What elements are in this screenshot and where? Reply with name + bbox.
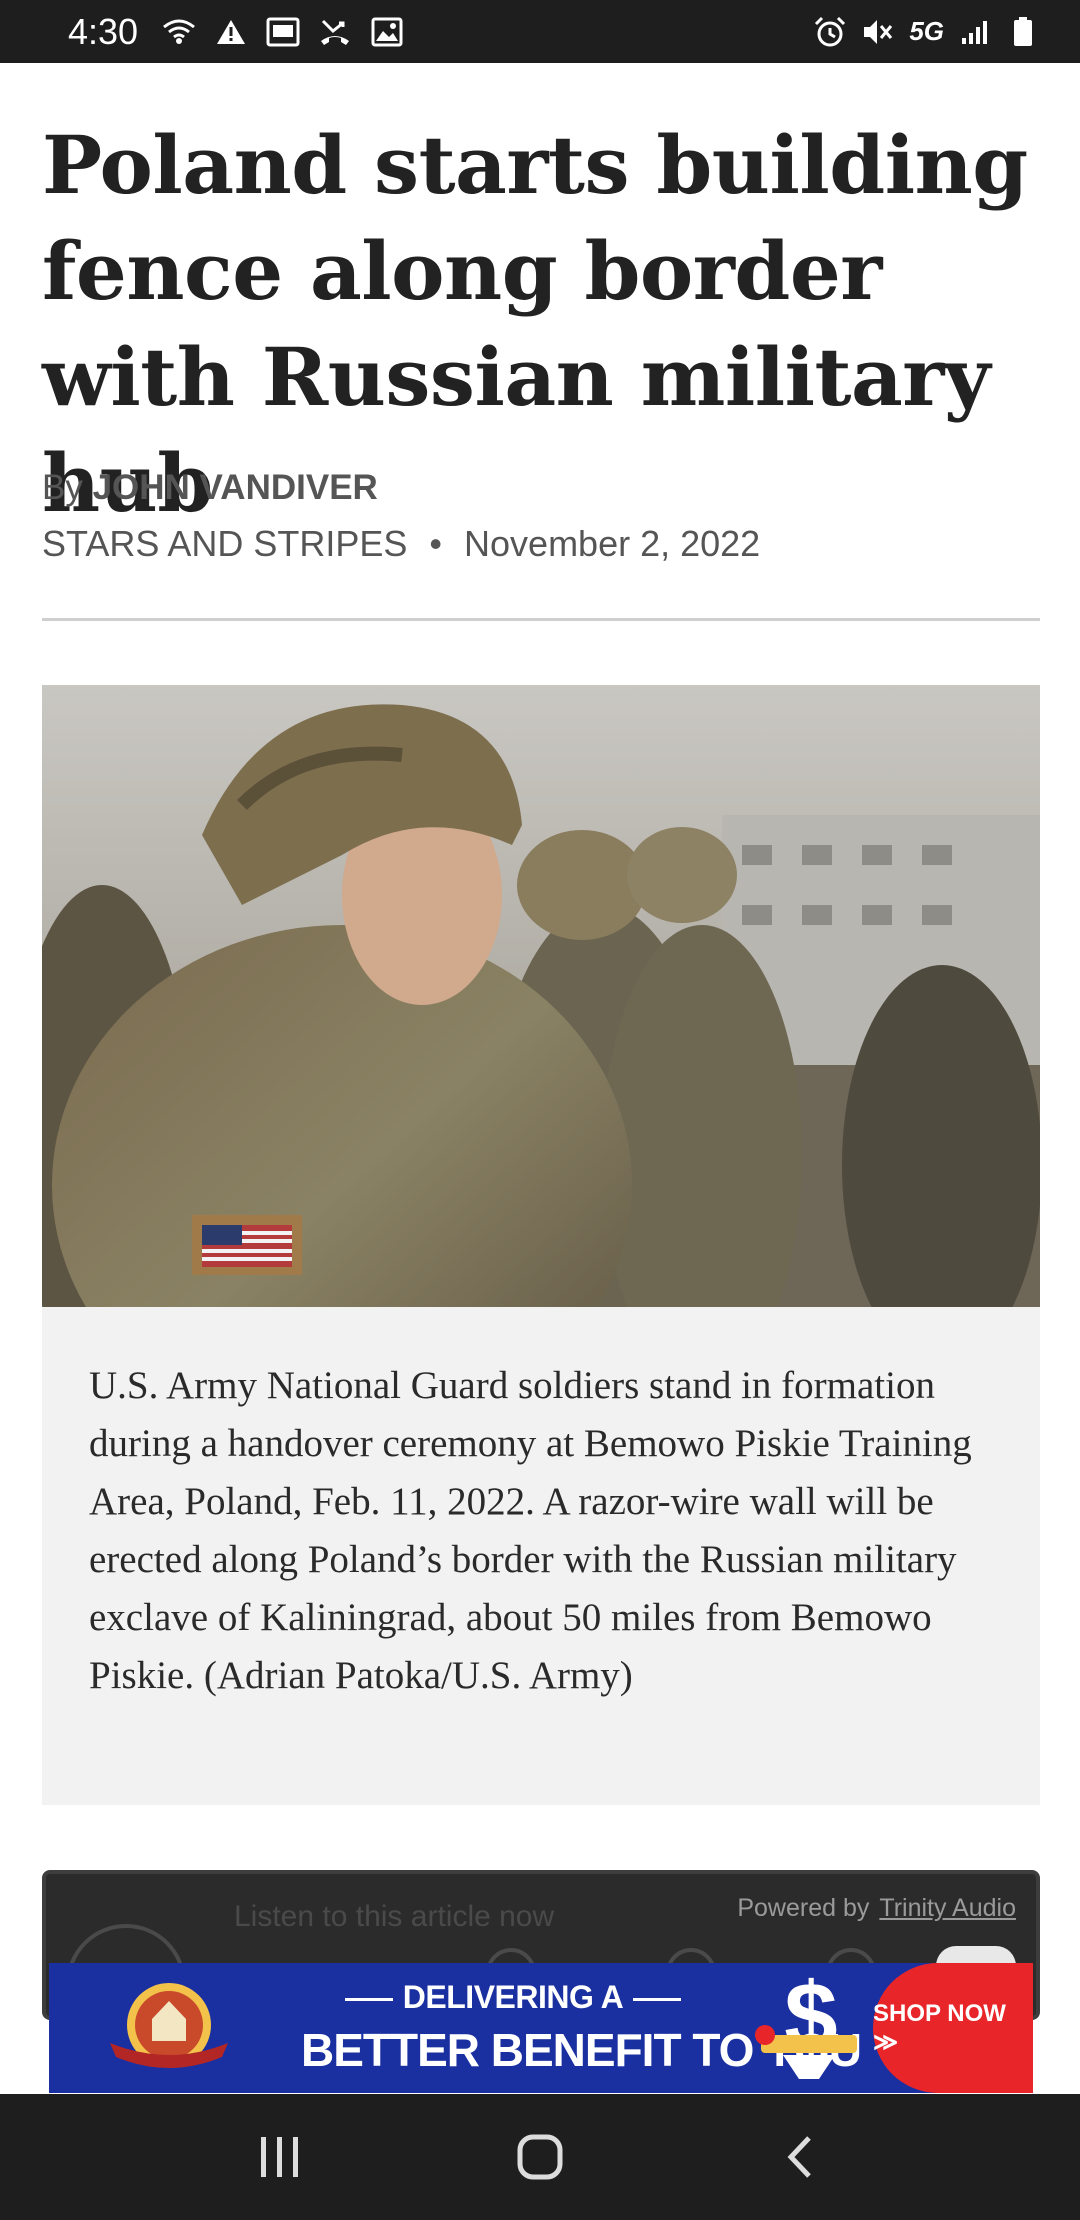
soldiers-photo	[42, 685, 1040, 1307]
warning-icon	[214, 15, 248, 49]
dollar-sign-icon: $	[749, 1963, 869, 2089]
powered-by-label: Powered by	[737, 1894, 870, 1922]
status-time: 4:30	[68, 10, 139, 52]
ad-banner[interactable]: DELIVERING A BETTER BENEFIT TO YOU $ SHO…	[49, 1963, 1033, 2093]
audio-listen-label: Listen to this article now	[234, 1900, 555, 1933]
home-icon	[517, 2134, 563, 2180]
back-icon	[787, 2136, 811, 2178]
photo-caption: U.S. Army National Guard soldiers stand …	[89, 1364, 972, 1697]
wifi-calling-icon	[162, 15, 196, 49]
separator-dot: •	[429, 523, 443, 564]
byline: By JOHN VANDIVER	[42, 468, 378, 508]
home-button[interactable]	[500, 2117, 580, 2197]
network-type: 5G	[909, 16, 944, 46]
shop-now-button[interactable]: SHOP NOW ≫	[873, 1963, 1033, 2093]
svg-text:$: $	[784, 1969, 837, 2070]
status-bar: 4:30 5G	[0, 0, 1080, 63]
divider	[42, 618, 1040, 621]
publish-date: November 2, 2022	[464, 523, 761, 564]
byline-prefix: By	[42, 468, 83, 507]
navigation-bar	[0, 2094, 1080, 2220]
commissary-logo	[104, 1971, 234, 2083]
article-photo[interactable]	[42, 685, 1040, 1307]
recent-apps-icon	[261, 2137, 298, 2177]
system-icons: 5G	[813, 15, 1040, 49]
source-line: STARS AND STRIPES • November 2, 2022	[42, 523, 760, 565]
us-news-icon	[266, 15, 300, 49]
image-icon	[370, 15, 404, 49]
missed-call-icon	[318, 15, 352, 49]
ad-headline-top: DELIVERING A	[303, 1979, 723, 2016]
alarm-icon	[813, 15, 847, 49]
recent-apps-button[interactable]	[240, 2117, 320, 2197]
trinity-audio-link[interactable]: Trinity Audio	[879, 1894, 1016, 1922]
mute-icon	[861, 15, 895, 49]
author-link[interactable]: JOHN VANDIVER	[93, 468, 378, 507]
battery-icon	[1006, 15, 1040, 49]
back-button[interactable]	[760, 2117, 840, 2197]
notification-icons	[162, 15, 404, 49]
publication-name: STARS AND STRIPES	[42, 523, 408, 564]
audio-powered-by: Powered by Trinity Audio	[737, 1894, 1016, 1923]
signal-icon	[958, 15, 992, 49]
photo-caption-box: U.S. Army National Guard soldiers stand …	[42, 1307, 1040, 1805]
